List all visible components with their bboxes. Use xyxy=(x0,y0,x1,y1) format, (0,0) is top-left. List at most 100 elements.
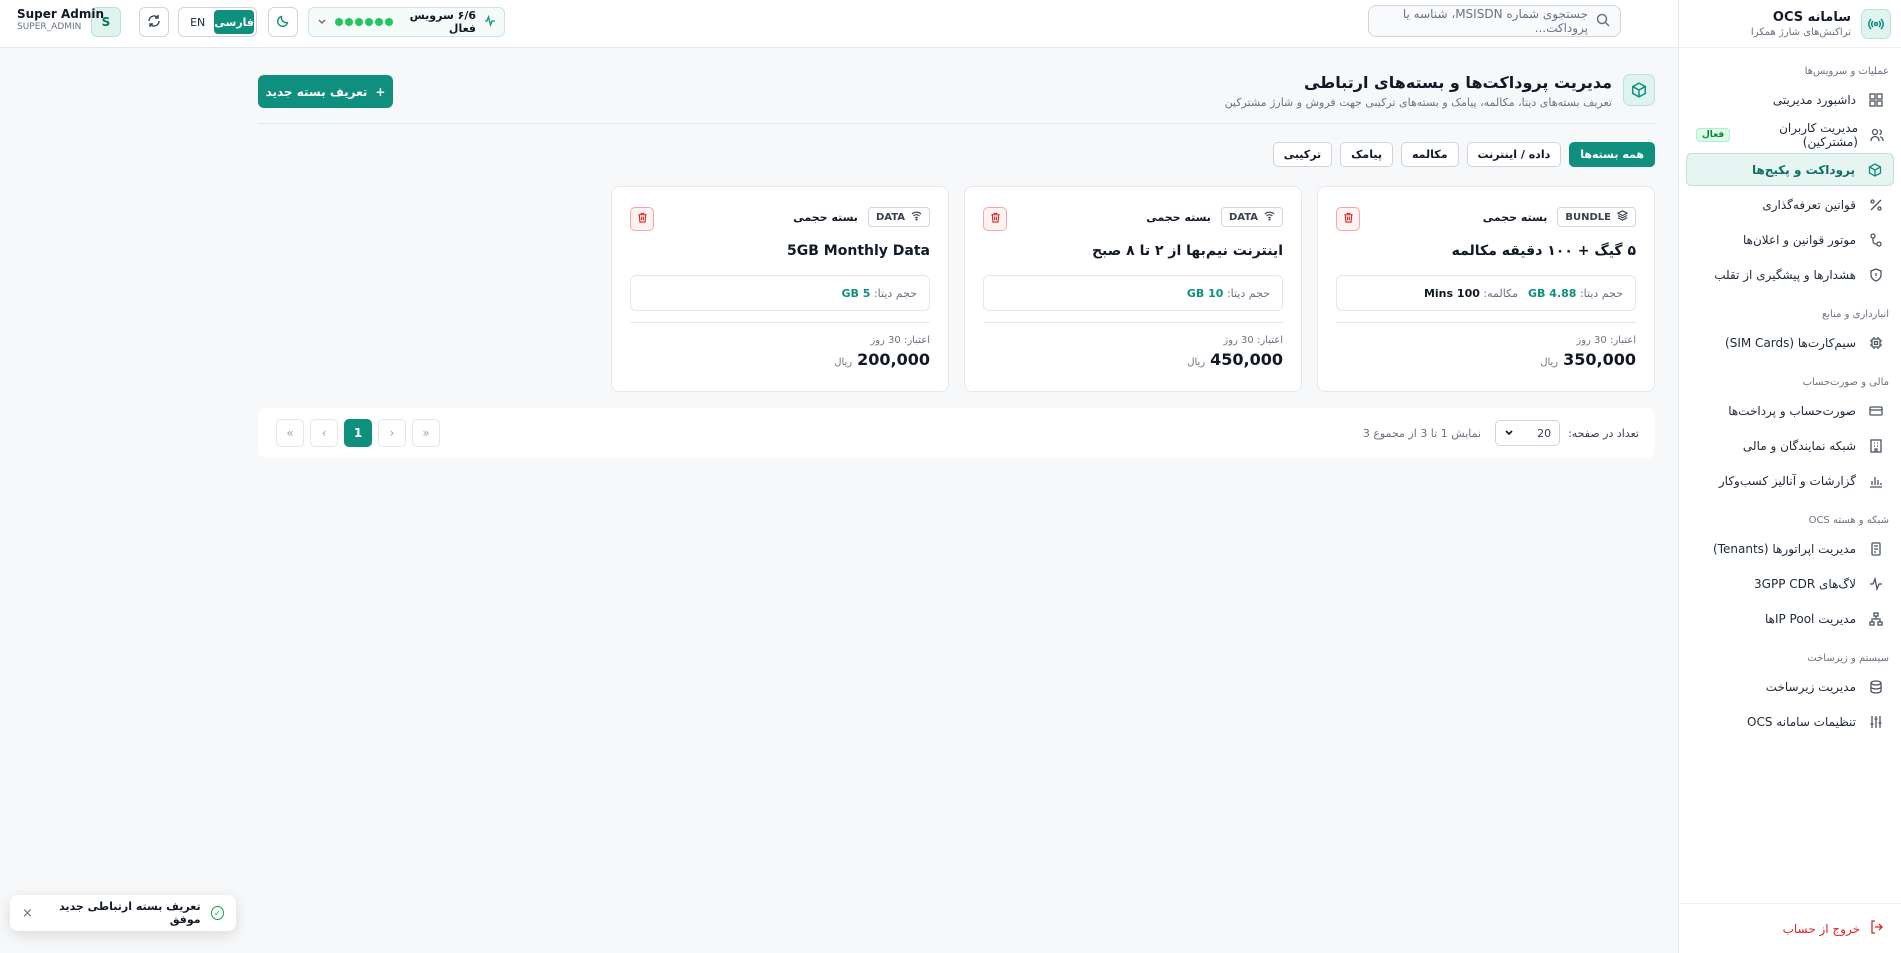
sidebar-item-agents[interactable]: شبکه نمایندگان و مالی xyxy=(1686,429,1894,462)
sidebar-item-cdr-logs[interactable]: لاگ‌های 3GPP CDR xyxy=(1686,567,1894,600)
next-page-button[interactable]: › xyxy=(378,419,406,447)
shield-icon xyxy=(1868,267,1884,283)
topbar: جستجوی شماره MSISDN، شناسه یا پروداکت...… xyxy=(0,0,1678,48)
sidebar-item-label: لاگ‌های 3GPP CDR xyxy=(1754,576,1856,591)
data-spec: حجم دیتا: 4.88 GB xyxy=(1528,286,1623,300)
package-card[interactable]: DATA بسته حجمی اینترنت نیم‌بها از ۲ تا ۸… xyxy=(964,186,1302,392)
type-tag: DATA xyxy=(867,207,930,227)
service-status-text: ۶/6 سرویس فعال xyxy=(409,9,476,35)
brand: سامانه OCS تراکنش‌های شارژ همکرا xyxy=(1679,0,1901,48)
toast-notification: ✓ تعریف بسته ارتباطی جدید موفق × xyxy=(10,895,236,931)
user-info: Super Admin SUPER_ADMIN xyxy=(17,7,104,32)
sidebar-item-infrastructure[interactable]: مدیریت زیرساخت xyxy=(1686,670,1894,703)
user-name: Super Admin xyxy=(17,7,105,21)
sidebar-item-settings[interactable]: تنظیمات سامانه OCS xyxy=(1686,705,1894,738)
wifi-icon xyxy=(911,210,922,224)
section-title: شبکه و هسته OCS xyxy=(1808,515,1889,526)
package-title: ۵ گیگ + ۱۰۰ دقیقه مکالمه xyxy=(1451,243,1636,259)
sidebar-item-label: مدیریت زیرساخت xyxy=(1765,679,1856,694)
filter-sms[interactable]: پیامک xyxy=(1340,142,1393,167)
pagination-bar: تعداد در صفحه: 20 نمایش 1 تا 3 از مجموع … xyxy=(258,408,1655,458)
sidebar-item-tariff[interactable]: قوانین تعرفه‌گذاری xyxy=(1686,188,1894,221)
sidebar-item-fraud[interactable]: هشدارها و پیشگیری از تقلب xyxy=(1686,258,1894,291)
sidebar-item-users[interactable]: مدیریت کاربران (مشترکین) فعال xyxy=(1686,118,1894,151)
package-icon xyxy=(1867,162,1883,178)
sidebar-item-dashboard[interactable]: داشبورد مدیریتی xyxy=(1686,83,1894,116)
sidebar-item-label: سیم‌کارت‌ها (SIM Cards) xyxy=(1725,335,1856,350)
filter-all[interactable]: همه بسته‌ها xyxy=(1569,142,1655,167)
sidebar-item-sim-cards[interactable]: سیم‌کارت‌ها (SIM Cards) xyxy=(1686,326,1894,359)
lang-en-button[interactable]: EN xyxy=(181,10,214,34)
first-page-button[interactable]: « xyxy=(276,419,304,447)
divider xyxy=(983,322,1283,323)
currency: ریال xyxy=(834,357,853,368)
prev-page-button[interactable]: ‹ xyxy=(310,419,338,447)
package-icon xyxy=(1623,74,1655,106)
package-card[interactable]: BUNDLE بسته حجمی ۵ گیگ + ۱۰۰ دقیقه مکالم… xyxy=(1317,186,1655,392)
divider xyxy=(630,322,930,323)
sidebar-item-label: گزارشات و آنالیز کسب‌وکار xyxy=(1718,473,1856,488)
service-status-dropdown[interactable]: ۶/6 سرویس فعال xyxy=(308,7,505,37)
logout-icon xyxy=(1870,920,1884,937)
type-tag: DATA xyxy=(1220,207,1283,227)
search-input[interactable]: جستجوی شماره MSISDN، شناسه یا پروداکت... xyxy=(1368,5,1621,37)
sidebar-item-rules[interactable]: موتور قوانین و اعلان‌ها xyxy=(1686,223,1894,256)
user-role: SUPER_ADMIN xyxy=(17,22,82,32)
per-page-select[interactable]: 20 xyxy=(1495,420,1561,446)
signal-icon xyxy=(1861,8,1891,39)
sidebar-item-label: موتور قوانین و اعلان‌ها xyxy=(1742,232,1856,247)
close-icon[interactable]: × xyxy=(22,906,33,921)
lang-fa-button[interactable]: فارسی xyxy=(214,10,254,34)
chevron-down-icon xyxy=(1504,427,1514,440)
sidebar-item-billing[interactable]: صورت‌حساب و پرداخت‌ها xyxy=(1686,394,1894,427)
filter-data[interactable]: داده / اینترنت xyxy=(1466,142,1562,167)
rules-icon xyxy=(1868,232,1884,248)
trash-icon xyxy=(637,212,648,226)
package-specs: حجم دیتا: 4.88 GB مکالمه: 100 Mins xyxy=(1336,275,1636,311)
sliders-icon xyxy=(1868,714,1884,730)
data-spec: حجم دیتا: 5 GB xyxy=(841,286,917,300)
sidebar-item-tenants[interactable]: مدیریت اپراتورها (Tenants) xyxy=(1686,532,1894,565)
delete-button[interactable] xyxy=(630,207,654,231)
package-cards: BUNDLE بسته حجمی ۵ گیگ + ۱۰۰ دقیقه مکالم… xyxy=(611,186,1655,392)
data-spec: حجم دیتا: 10 GB xyxy=(1186,286,1270,300)
delete-button[interactable] xyxy=(1336,207,1360,231)
page-button-1[interactable]: 1 xyxy=(344,419,372,447)
logout-label: خروج از حساب xyxy=(1782,921,1860,936)
logout-button[interactable]: خروج از حساب xyxy=(1679,903,1901,953)
page-subtitle: تعریف بسته‌های دیتا، مکالمه، پیامک و بست… xyxy=(1224,96,1612,109)
theme-toggle-button[interactable] xyxy=(268,7,298,37)
refresh-button[interactable] xyxy=(139,7,169,37)
price-value: 200,000 xyxy=(857,350,930,369)
language-switch[interactable]: EN فارسی xyxy=(178,7,257,37)
per-page-label: تعداد در صفحه: xyxy=(1568,426,1639,440)
sidebar-item-ip-pools[interactable]: مدیریت IP Poolها xyxy=(1686,602,1894,635)
filter-voice[interactable]: مکالمه xyxy=(1401,142,1459,167)
section-title: مالی و صورت‌حساب xyxy=(1802,377,1889,388)
divider xyxy=(258,123,1655,124)
validity: اعتبار: 30 روز xyxy=(1576,335,1636,346)
sidebar-item-products[interactable]: پروداکت و پکیج‌ها xyxy=(1686,153,1894,186)
trash-icon xyxy=(1343,212,1354,226)
delete-button[interactable] xyxy=(983,207,1007,231)
currency: ریال xyxy=(1187,357,1206,368)
chip-icon xyxy=(1868,335,1884,351)
sidebar-item-label: تنظیمات سامانه OCS xyxy=(1747,714,1856,729)
sidebar-item-label: پروداکت و پکیج‌ها xyxy=(1751,162,1855,177)
check-icon: ✓ xyxy=(210,906,224,920)
sidebar-item-label: داشبورد مدیریتی xyxy=(1772,92,1856,107)
brand-title: سامانه OCS xyxy=(1772,9,1851,25)
package-card[interactable]: DATA بسته حجمی 5GB Monthly Data حجم دیتا… xyxy=(611,186,949,392)
sidebar-item-label: مدیریت کاربران (مشترکین) xyxy=(1779,120,1858,149)
filter-bundle[interactable]: ترکیبی xyxy=(1272,142,1333,167)
sidebar-item-reports[interactable]: گزارشات و آنالیز کسب‌وکار xyxy=(1686,464,1894,497)
validity: اعتبار: 30 روز xyxy=(870,335,930,346)
users-icon xyxy=(1870,127,1884,143)
package-title: اینترنت نیم‌بها از ۲ تا ۸ صبح xyxy=(1091,243,1283,259)
last-page-button[interactable]: » xyxy=(412,419,440,447)
section-title: عملیات و سرویس‌ها xyxy=(1804,66,1889,77)
add-package-button[interactable]: + تعریف بسته جدید xyxy=(258,75,393,108)
per-page-value: 20 xyxy=(1537,426,1552,440)
sidebar-item-label: مدیریت اپراتورها (Tenants) xyxy=(1713,541,1856,556)
package-kind: بسته حجمی xyxy=(793,210,858,224)
